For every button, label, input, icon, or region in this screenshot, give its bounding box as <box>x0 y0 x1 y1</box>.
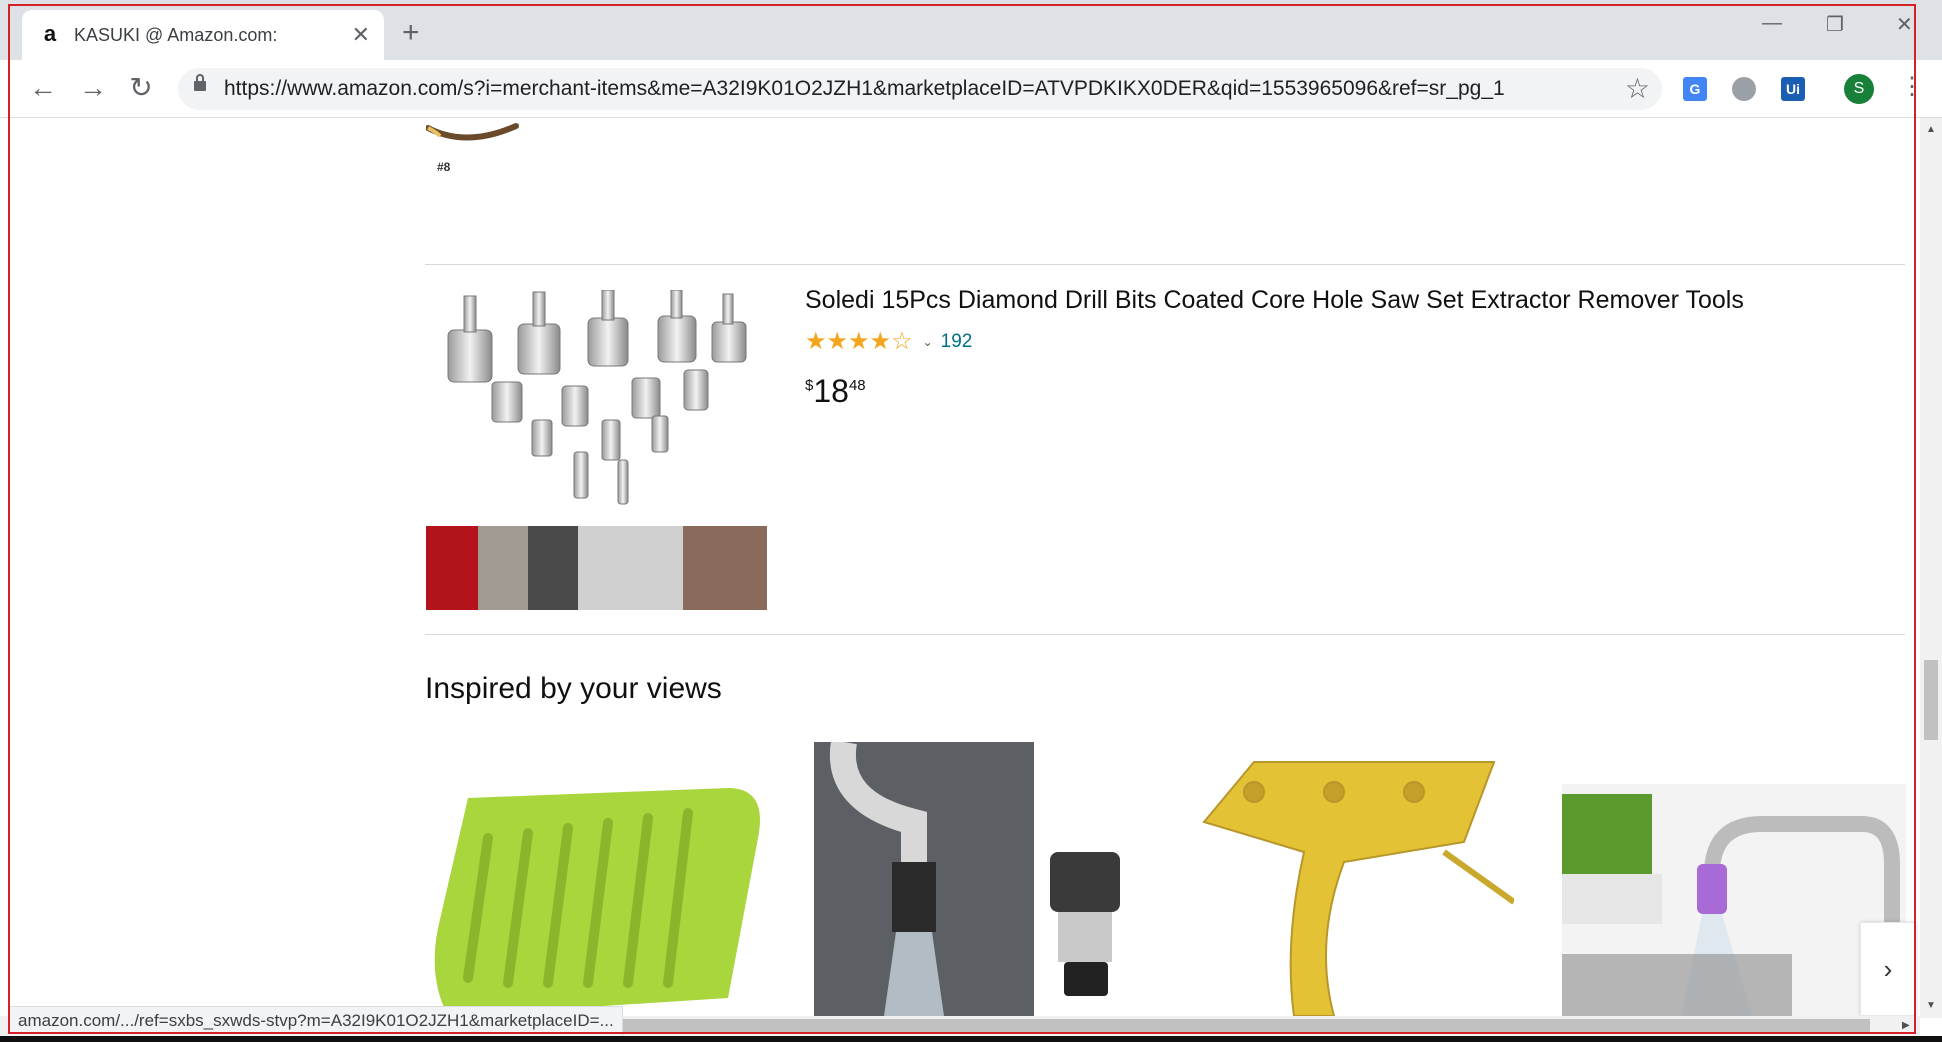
status-url-bubble: amazon.com/.../ref=sxbs_sxwds-stvp?m=A32… <box>10 1006 623 1036</box>
product-image-drill-bits[interactable] <box>426 290 766 510</box>
close-window-button[interactable]: ✕ <box>1896 12 1913 37</box>
browser-window: a KASUKI @ Amazon.com: ✕ + — ❐ ✕ ← → ↻ h… <box>0 0 1942 1042</box>
recommendation-brass-hook[interactable] <box>1194 742 1514 1016</box>
reload-button[interactable]: ↻ <box>124 72 158 106</box>
item-rank: #8 <box>437 160 451 174</box>
star-empty-icon: ☆ <box>891 328 913 355</box>
rating-chevron-icon[interactable]: ⌄ <box>923 335 933 349</box>
recommendation-faucet-aerator[interactable] <box>814 742 1154 1016</box>
lock-icon <box>194 74 206 92</box>
star-icon: ★ <box>805 328 827 355</box>
thumbnail-3 <box>528 526 578 610</box>
scroll-down-icon[interactable]: ▼ <box>1926 1000 1936 1011</box>
uipath-icon[interactable]: Ui <box>1781 77 1805 101</box>
address-bar[interactable]: https://www.amazon.com/s?i=merchant-item… <box>178 68 1662 110</box>
carousel-next-button[interactable]: › <box>1860 922 1916 1016</box>
vertical-scroll-thumb[interactable] <box>1924 660 1938 740</box>
product-title-link[interactable]: Soledi 15Pcs Diamond Drill Bits Coated C… <box>805 286 1744 315</box>
product-rating[interactable]: ★ ★ ★ ★ ☆ ⌄ 192 <box>805 330 972 354</box>
tab-amazon[interactable]: a KASUKI @ Amazon.com: ✕ <box>22 10 384 60</box>
minimize-button[interactable]: — <box>1762 12 1782 35</box>
product-price: $1848 <box>805 373 866 410</box>
thumbnail-1 <box>426 526 478 610</box>
star-icon: ★ <box>826 328 849 355</box>
page-content: #8 Soledi 15Pcs Diamond Drill Bits Coate… <box>0 118 1920 1016</box>
product-thumbnails[interactable] <box>426 526 767 610</box>
star-icon: ★ <box>869 328 892 355</box>
rating-count-link[interactable]: 192 <box>941 331 973 353</box>
price-symbol: $ <box>805 377 814 394</box>
vertical-scrollbar[interactable]: ▲ ▼ <box>1920 118 1942 1018</box>
back-button[interactable]: ← <box>26 72 60 106</box>
result-divider <box>425 264 1905 265</box>
tab-close-icon[interactable]: ✕ <box>352 22 370 48</box>
bookmark-star-icon[interactable]: ☆ <box>1625 72 1650 105</box>
thumbnail-5 <box>683 526 767 610</box>
google-translate-icon[interactable]: G <box>1683 77 1707 101</box>
section-divider <box>425 634 1905 635</box>
price-fraction: 48 <box>848 377 866 394</box>
scroll-up-icon[interactable]: ▲ <box>1926 124 1936 135</box>
tab-title: KASUKI @ Amazon.com: <box>74 24 278 45</box>
recommendation-soap-dish[interactable] <box>428 778 774 1016</box>
restore-button[interactable]: ❐ <box>1826 12 1844 37</box>
recommendation-faucet-sprayer[interactable] <box>1562 784 1906 1016</box>
star-icon: ★ <box>848 328 870 355</box>
new-tab-button[interactable]: + <box>402 18 420 48</box>
forward-button[interactable]: → <box>76 72 110 106</box>
thumbnail-2 <box>478 526 528 610</box>
amazon-favicon-icon: a <box>43 21 57 46</box>
thumbnail-4 <box>578 526 683 610</box>
previous-item-image[interactable] <box>426 118 566 158</box>
browser-menu-icon[interactable]: ⋮ <box>1900 72 1924 102</box>
taskbar-edge <box>0 1036 1942 1042</box>
price-whole: 18 <box>813 373 849 409</box>
browser-toolbar: ← → ↻ https://www.amazon.com/s?i=merchan… <box>0 60 1942 118</box>
profile-avatar[interactable]: S <box>1844 74 1874 104</box>
scroll-right-icon[interactable]: ▶ <box>1902 1020 1910 1031</box>
tab-bar: a KASUKI @ Amazon.com: ✕ + — ❐ ✕ <box>0 0 1942 60</box>
url-text: https://www.amazon.com/s?i=merchant-item… <box>224 77 1505 100</box>
inspired-heading: Inspired by your views <box>425 672 722 705</box>
globe-icon[interactable] <box>1732 77 1756 101</box>
